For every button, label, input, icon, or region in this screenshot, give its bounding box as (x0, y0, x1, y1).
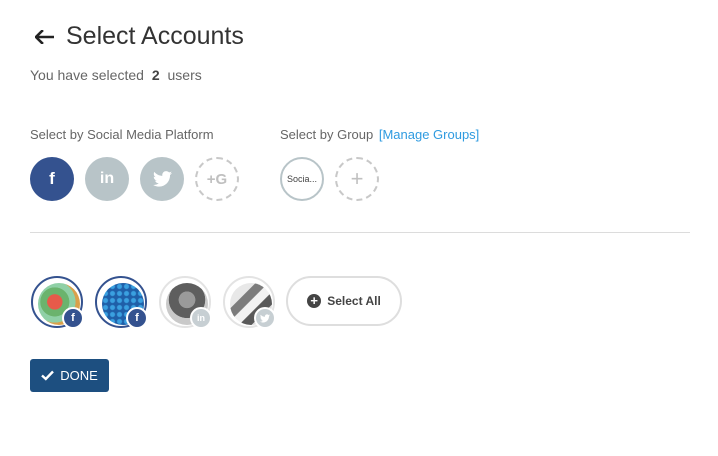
linkedin-icon: in (197, 313, 205, 323)
checkmark-icon (41, 370, 55, 381)
facebook-icon: f (71, 312, 75, 324)
done-button[interactable]: DONE (30, 359, 109, 392)
group-section-label: Select by Group [Manage Groups] (280, 127, 479, 142)
selection-count: 2 (151, 67, 160, 83)
platform-twitter-button[interactable] (140, 157, 184, 201)
group-social-button[interactable]: Socia... (280, 157, 324, 201)
platform-google-plus-button[interactable]: +G (195, 157, 239, 201)
selection-suffix: users (167, 67, 202, 83)
account-avatar-facebook-2[interactable]: f (95, 276, 148, 329)
facebook-icon: f (49, 169, 55, 188)
add-group-button[interactable]: + (335, 157, 379, 201)
linkedin-icon: in (99, 170, 115, 187)
section-divider (30, 232, 690, 233)
facebook-icon: f (135, 312, 139, 324)
manage-groups-link[interactable]: [Manage Groups] (379, 127, 479, 142)
plus-circle-icon: + (307, 294, 322, 308)
account-avatar-linkedin[interactable]: in (159, 276, 212, 329)
select-all-button[interactable]: + Select All (286, 276, 402, 326)
select-all-label: Select All (327, 294, 381, 308)
page-title: Select Accounts (66, 22, 244, 50)
google-plus-icon: +G (206, 170, 228, 188)
selection-prefix: You have selected (30, 67, 144, 83)
platform-section-label: Select by Social Media Platform (30, 127, 214, 142)
page-header: Select Accounts (32, 22, 244, 51)
twitter-icon (260, 313, 270, 322)
back-arrow-icon[interactable] (32, 24, 58, 50)
facebook-badge-icon: f (62, 307, 84, 329)
account-avatar-twitter[interactable] (223, 276, 276, 329)
platform-linkedin-button[interactable]: in (85, 157, 129, 201)
plus-icon: + (350, 166, 364, 191)
platform-facebook-button[interactable]: f (30, 157, 74, 201)
group-section-label-text: Select by Group (280, 127, 374, 142)
selection-summary: You have selected 2 users (30, 67, 202, 83)
twitter-badge-icon (254, 307, 276, 329)
linkedin-badge-icon: in (190, 307, 212, 329)
group-social-label: Socia... (286, 174, 317, 184)
facebook-badge-icon: f (126, 307, 148, 329)
account-avatar-facebook-1[interactable]: f (31, 276, 84, 329)
done-label: DONE (60, 368, 98, 383)
twitter-icon (152, 171, 172, 187)
